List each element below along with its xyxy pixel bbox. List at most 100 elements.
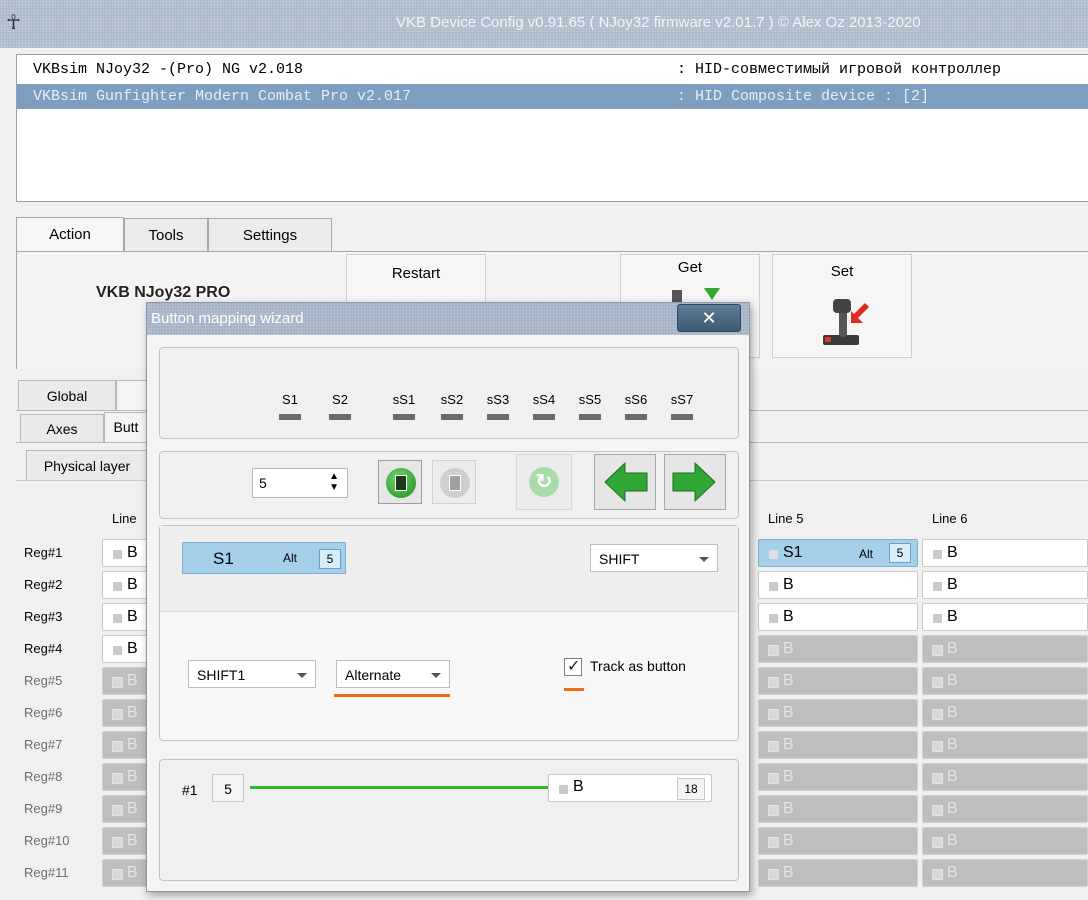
track-as-button-checkbox[interactable]: ✓ (564, 658, 582, 676)
button-cell[interactable]: B (922, 635, 1088, 663)
button-cell[interactable]: B (758, 667, 918, 695)
button-cell[interactable]: B (758, 635, 918, 663)
mapping-source[interactable]: 5 (212, 774, 244, 802)
tab-physical-layer[interactable]: Physical layer (26, 450, 148, 480)
button-number-spinner[interactable]: 5 ▲ ▼ (252, 468, 348, 498)
cell-label: B (947, 768, 958, 785)
cell-label: B (127, 672, 138, 689)
button-status-icon (932, 805, 943, 816)
tab-axes[interactable]: Axes (20, 414, 104, 442)
button-cell[interactable]: B (922, 795, 1088, 823)
set-label: Set (830, 263, 854, 280)
chip-number: 5 (319, 549, 341, 569)
chevron-down-icon (297, 673, 307, 678)
tab-buttons[interactable]: Butt (104, 412, 148, 442)
button-cell[interactable]: B (922, 539, 1088, 567)
shift-label: S1 (282, 392, 298, 407)
button-cell[interactable]: B (922, 859, 1088, 887)
shift-label: sS2 (440, 392, 464, 407)
register-label: Reg#1 (24, 545, 63, 560)
button-status-icon (933, 614, 942, 623)
cell-label: B (127, 832, 138, 849)
shift-label: sS3 (486, 392, 510, 407)
button-status-icon (769, 614, 778, 623)
copy-icon (386, 468, 416, 498)
shift-label: sS4 (532, 392, 556, 407)
set-button[interactable]: Set (772, 254, 912, 358)
button-status-icon (112, 805, 123, 816)
button-cell[interactable]: B (758, 763, 918, 791)
button-status-icon (113, 582, 122, 591)
shift1-select[interactable]: SHIFT1 (188, 660, 316, 688)
arrow-right-icon (672, 461, 716, 503)
cell-alt-number: 5 (889, 543, 911, 563)
cell-label: B (127, 768, 138, 785)
button-status-icon (768, 869, 779, 880)
cell-label: B (783, 704, 794, 721)
button-status-icon (932, 645, 943, 656)
button-cell[interactable]: B (922, 731, 1088, 759)
chip-alt-label: Alt (283, 551, 298, 565)
cell-label: B (947, 576, 958, 593)
button-status-icon (769, 550, 778, 559)
button-mapping-wizard-dialog: Button mapping wizard ✕ S1 S2 sS1 sS2 sS3 sS4… (146, 302, 750, 892)
next-button[interactable] (664, 454, 726, 510)
cell-label: B (947, 704, 958, 721)
button-status-icon (768, 645, 779, 656)
button-cell[interactable]: B (922, 571, 1088, 599)
selected-button-chip[interactable]: S1 Alt 5 (182, 542, 346, 574)
tab-settings[interactable]: Settings (208, 218, 332, 252)
button-cell[interactable]: B (922, 827, 1088, 855)
button-cell[interactable]: B (758, 571, 918, 599)
button-cell[interactable]: B (922, 603, 1088, 631)
track-as-button-label: Track as button (590, 658, 686, 674)
dialog-title: Button mapping wizard (151, 310, 304, 327)
close-button[interactable]: ✕ (677, 304, 741, 332)
button-cell[interactable]: B (758, 827, 918, 855)
register-label: Reg#2 (24, 577, 63, 592)
tab-global[interactable]: Global (18, 380, 116, 410)
column-header-line5: Line 5 (768, 511, 804, 526)
button-cell[interactable]: B (922, 667, 1088, 695)
button-cell[interactable]: B (758, 731, 918, 759)
cell-label: B (947, 672, 958, 689)
button-cell[interactable]: B (758, 859, 918, 887)
previous-button[interactable] (594, 454, 656, 510)
tab-hidden[interactable] (116, 380, 148, 410)
button-status-icon (559, 785, 568, 794)
tab-action[interactable]: Action (16, 217, 124, 253)
device-description: : HID Composite device : [2] (677, 88, 930, 105)
button-cell[interactable]: B (922, 763, 1088, 791)
button-cell[interactable]: B (922, 699, 1088, 727)
refresh-button-disabled[interactable]: ↻ (516, 454, 572, 510)
mapping-target[interactable]: B 18 (548, 774, 712, 802)
mode-select[interactable]: Alternate (336, 660, 450, 688)
paste-button-disabled[interactable] (432, 460, 476, 504)
cell-label: S1 (783, 544, 803, 561)
tab-tools[interactable]: Tools (124, 218, 208, 252)
device-row[interactable]: VKBsim NJoy32 -(Pro) NG v2.018 : HID-сов… (17, 57, 1088, 82)
button-cell-shift[interactable]: S1 Alt 5 (758, 539, 918, 567)
cell-label: B (947, 736, 958, 753)
button-status-icon (768, 805, 779, 816)
button-status-icon (112, 773, 123, 784)
shift-indicator-bar (579, 414, 601, 420)
button-cell[interactable]: B (758, 699, 918, 727)
cell-alt-label: Alt (859, 547, 874, 561)
copy-button[interactable] (378, 460, 422, 504)
chip-label: S1 (213, 549, 234, 568)
column-header-line6: Line 6 (932, 511, 968, 526)
button-cell[interactable]: B (758, 795, 918, 823)
chevron-down-icon (699, 557, 709, 562)
button-cell[interactable]: B (758, 603, 918, 631)
device-row-selected[interactable]: VKBsim Gunfighter Modern Combat Pro v2.0… (17, 84, 1088, 109)
shift-indicator-bar (279, 414, 301, 420)
device-name: VKBsim Gunfighter Modern Combat Pro v2.0… (33, 88, 412, 105)
register-label: Reg#9 (24, 801, 63, 816)
shift-select[interactable]: SHIFT (590, 544, 718, 572)
cell-label: B (127, 704, 138, 721)
device-list[interactable]: VKBsim NJoy32 -(Pro) NG v2.018 : HID-сов… (16, 54, 1088, 202)
mode-select-value: Alternate (345, 667, 402, 683)
spinner-arrows-icon[interactable]: ▲ ▼ (329, 471, 339, 493)
spinner-value: 5 (259, 475, 267, 491)
